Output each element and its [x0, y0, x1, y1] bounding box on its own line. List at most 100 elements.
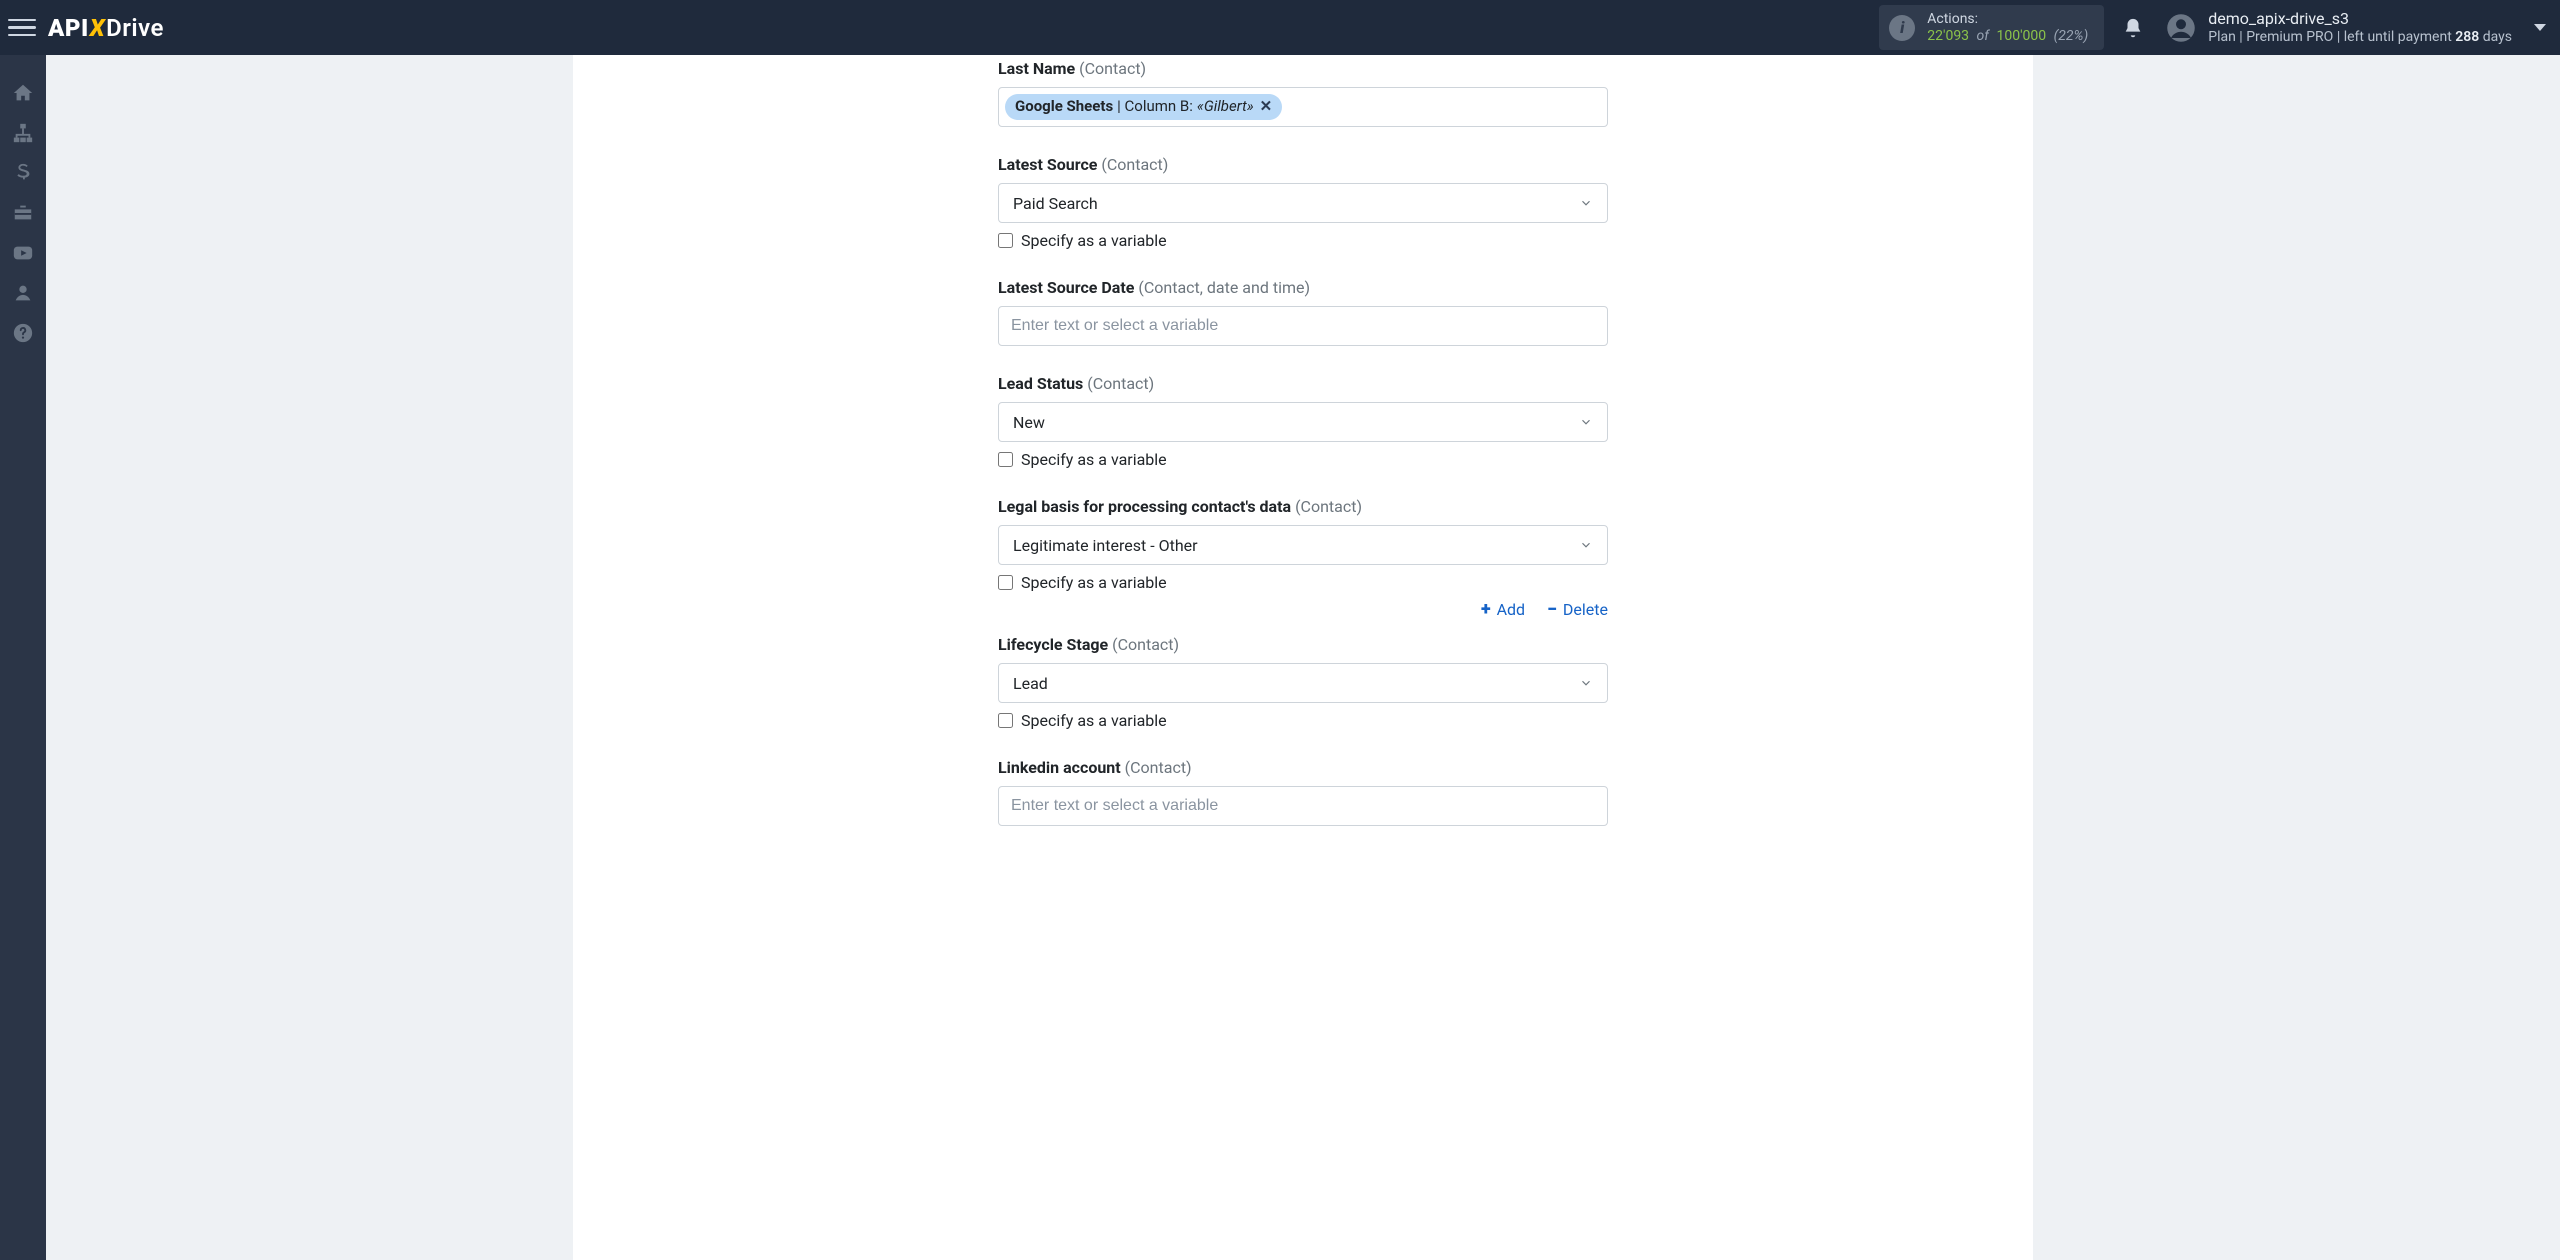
chevron-down-icon: [1579, 196, 1593, 210]
brand-part-api: API: [48, 14, 89, 42]
delete-label: Delete: [1563, 600, 1608, 619]
brand-logo[interactable]: API X Drive: [48, 14, 164, 42]
checkbox-input[interactable]: [998, 575, 1013, 590]
info-icon: i: [1889, 15, 1915, 41]
actions-text: Actions: 22'093 of 100'000 (22%): [1927, 11, 2088, 45]
specify-variable-checkbox[interactable]: Specify as a variable: [998, 711, 1608, 730]
tag-value: «Gilbert»: [1197, 97, 1254, 117]
brand-part-x: X: [90, 14, 105, 42]
select-value: New: [1013, 413, 1045, 432]
top-bar: API X Drive i Actions: 22'093 of 100'000…: [0, 0, 2560, 55]
label-hint: (Contact): [1125, 758, 1192, 777]
field-label: Latest Source (Contact): [998, 155, 1608, 174]
field-latest-source-date: Latest Source Date (Contact, date and ti…: [998, 278, 1608, 346]
label-hint: (Contact): [1295, 497, 1362, 516]
user-menu[interactable]: demo_apix-drive_s3 Plan | Premium PRO | …: [2166, 9, 2546, 47]
label-hint: (Contact, date and time): [1138, 278, 1310, 297]
field-legal-basis: Legal basis for processing contact's dat…: [998, 497, 1608, 592]
hamburger-menu-icon[interactable]: [8, 14, 36, 42]
last-name-input[interactable]: Google Sheets | Column B: «Gilbert» ✕: [998, 87, 1608, 127]
label-text: Linkedin account: [998, 758, 1121, 777]
latest-source-select[interactable]: Paid Search: [998, 183, 1608, 223]
label-hint: (Contact): [1101, 155, 1168, 174]
specify-variable-checkbox[interactable]: Specify as a variable: [998, 231, 1608, 250]
checkbox-label: Specify as a variable: [1021, 450, 1167, 469]
plan-prefix: Plan |: [2208, 29, 2242, 45]
label-hint: (Contact): [1079, 59, 1146, 78]
sidebar-help-icon[interactable]: [0, 313, 46, 353]
actions-counter[interactable]: i Actions: 22'093 of 100'000 (22%): [1879, 5, 2104, 51]
sidebar-profile-icon[interactable]: [0, 273, 46, 313]
sidebar-billing-icon[interactable]: [0, 153, 46, 193]
field-label: Last Name (Contact): [998, 59, 1608, 78]
add-label: Add: [1497, 600, 1525, 619]
linkedin-input[interactable]: [998, 786, 1608, 826]
actions-total: 100'000: [1997, 28, 2047, 44]
sidebar: [0, 55, 46, 1260]
plan-name: Premium PRO: [2246, 29, 2333, 45]
actions-used: 22'093: [1927, 28, 1969, 44]
checkbox-input[interactable]: [998, 713, 1013, 728]
field-label: Linkedin account (Contact): [998, 758, 1608, 777]
variable-tag[interactable]: Google Sheets | Column B: «Gilbert» ✕: [1005, 94, 1282, 120]
lifecycle-stage-select[interactable]: Lead: [998, 663, 1608, 703]
specify-variable-checkbox[interactable]: Specify as a variable: [998, 573, 1608, 592]
tag-sep: | Column B:: [1117, 97, 1193, 117]
actions-label: Actions:: [1927, 11, 2088, 28]
field-lifecycle-stage: Lifecycle Stage (Contact) Lead Specify a…: [998, 635, 1608, 730]
checkbox-input[interactable]: [998, 233, 1013, 248]
label-text: Lead Status: [998, 374, 1083, 393]
minus-icon: −: [1547, 601, 1557, 619]
checkbox-label: Specify as a variable: [1021, 231, 1167, 250]
legal-basis-select[interactable]: Legitimate interest - Other: [998, 525, 1608, 565]
label-text: Lifecycle Stage: [998, 635, 1108, 654]
user-avatar-icon: [2166, 13, 2196, 43]
tag-remove-icon[interactable]: ✕: [1260, 97, 1273, 117]
plan-days: 288: [2455, 29, 2479, 45]
label-hint: (Contact): [1087, 374, 1154, 393]
chevron-down-icon[interactable]: [2534, 24, 2546, 31]
checkbox-input[interactable]: [998, 452, 1013, 467]
actions-values: 22'093 of 100'000 (22%): [1927, 28, 2088, 45]
field-label: Legal basis for processing contact's dat…: [998, 497, 1608, 516]
notifications-icon[interactable]: [2122, 17, 2144, 39]
add-delete-row: + Add − Delete: [998, 600, 1608, 619]
brand-part-drive: Drive: [106, 14, 164, 42]
form-column: Last Name (Contact) Google Sheets | Colu…: [998, 59, 1608, 826]
user-plan: Plan | Premium PRO | left until payment …: [2208, 29, 2512, 47]
plan-suffix: days: [2483, 29, 2512, 45]
plus-icon: +: [1481, 601, 1491, 619]
label-hint: (Contact): [1112, 635, 1179, 654]
user-text: demo_apix-drive_s3 Plan | Premium PRO | …: [2208, 9, 2512, 47]
settings-card: Last Name (Contact) Google Sheets | Colu…: [573, 55, 2033, 1260]
field-latest-source: Latest Source (Contact) Paid Search Spec…: [998, 155, 1608, 250]
sidebar-sitemap-icon[interactable]: [0, 113, 46, 153]
sidebar-home-icon[interactable]: [0, 73, 46, 113]
page-scroll[interactable]: Last Name (Contact) Google Sheets | Colu…: [46, 55, 2560, 1260]
field-linkedin: Linkedin account (Contact): [998, 758, 1608, 826]
field-lead-status: Lead Status (Contact) New Specify as a v…: [998, 374, 1608, 469]
latest-source-date-input[interactable]: [998, 306, 1608, 346]
actions-of: of: [1977, 28, 1989, 44]
select-value: Legitimate interest - Other: [1013, 536, 1198, 555]
field-label: Lead Status (Contact): [998, 374, 1608, 393]
tag-source: Google Sheets: [1015, 97, 1113, 117]
sidebar-youtube-icon[interactable]: [0, 233, 46, 273]
label-text: Latest Source: [998, 155, 1097, 174]
label-text: Legal basis for processing contact's dat…: [998, 497, 1291, 516]
add-field-button[interactable]: + Add: [1481, 600, 1525, 619]
delete-field-button[interactable]: − Delete: [1547, 600, 1608, 619]
field-label: Lifecycle Stage (Contact): [998, 635, 1608, 654]
field-label: Latest Source Date (Contact, date and ti…: [998, 278, 1608, 297]
lead-status-select[interactable]: New: [998, 402, 1608, 442]
sidebar-briefcase-icon[interactable]: [0, 193, 46, 233]
chevron-down-icon: [1579, 676, 1593, 690]
actions-pct: (22%): [2054, 28, 2089, 44]
field-last-name: Last Name (Contact) Google Sheets | Colu…: [998, 59, 1608, 127]
checkbox-label: Specify as a variable: [1021, 573, 1167, 592]
chevron-down-icon: [1579, 415, 1593, 429]
plan-middle: | left until payment: [2337, 29, 2455, 45]
user-name: demo_apix-drive_s3: [2208, 9, 2512, 29]
specify-variable-checkbox[interactable]: Specify as a variable: [998, 450, 1608, 469]
label-text: Last Name: [998, 59, 1075, 78]
